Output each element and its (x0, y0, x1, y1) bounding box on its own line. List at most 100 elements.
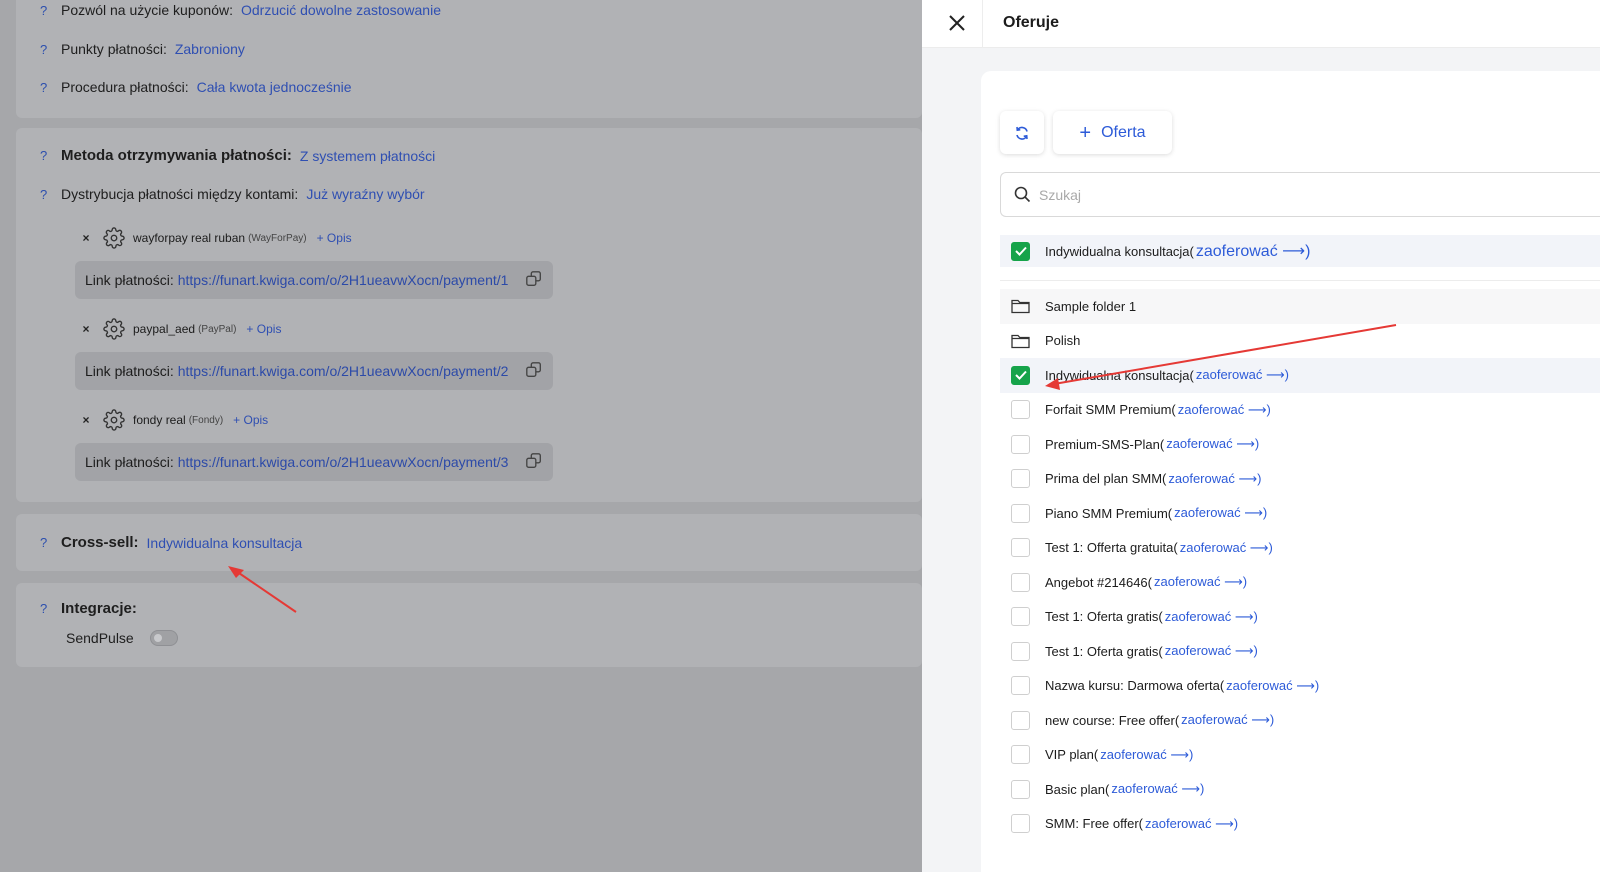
offer-link[interactable]: zaoferować ⟶) (1165, 643, 1258, 659)
close-icon[interactable] (946, 12, 968, 34)
offer-checkbox[interactable] (1011, 503, 1030, 523)
distribution-value-link[interactable]: Już wyraźny wybór (306, 186, 424, 202)
offer-checkbox[interactable] (1011, 745, 1030, 765)
offer-label: Nazwa kursu: Darmowa oferta( (1045, 678, 1225, 694)
folder-item[interactable]: Polish (1000, 324, 1600, 359)
add-offer-label: Oferta (1101, 123, 1146, 141)
offer-link[interactable]: zaoferować ⟶) (1180, 540, 1273, 556)
add-description-link[interactable]: + Opis (246, 322, 281, 336)
offer-checkbox[interactable] (1011, 241, 1030, 261)
payment-method-name: paypal_aed (133, 322, 196, 336)
offer-label: Indywidualna konsultacja( (1045, 367, 1194, 383)
help-icon[interactable]: ? (40, 187, 61, 202)
offer-checkbox[interactable] (1011, 572, 1030, 592)
offer-checkbox[interactable] (1011, 641, 1030, 661)
gear-icon[interactable] (103, 409, 125, 431)
offer-link[interactable]: zaoferować ⟶) (1154, 574, 1247, 590)
offer-link[interactable]: zaoferować ⟶) (1181, 712, 1274, 728)
payment-link-url[interactable]: https://funart.kwiga.com/o/2H1ueavwXocn/… (178, 454, 509, 470)
offer-item[interactable]: Indywidualna konsultacja( zaoferować ⟶) (1000, 358, 1600, 393)
copy-icon[interactable] (525, 452, 543, 470)
coupons-value-link[interactable]: Odrzucić dowolne zastosowanie (241, 2, 441, 18)
add-description-link[interactable]: + Opis (317, 231, 352, 245)
help-icon[interactable]: ? (40, 535, 61, 550)
payment-procedure-row: ? Procedura płatności: Cała kwota jednoc… (40, 79, 352, 95)
payment-points-value-link[interactable]: Zabroniony (175, 41, 245, 57)
offer-link[interactable]: zaoferować ⟶) (1174, 505, 1267, 521)
offer-link[interactable]: zaoferować ⟶) (1178, 402, 1271, 418)
gear-icon[interactable] (103, 318, 125, 340)
help-icon[interactable]: ? (40, 148, 61, 163)
cross-sell-value-link[interactable]: Indywidualna konsultacja (147, 535, 303, 551)
offer-checkbox[interactable] (1011, 710, 1030, 730)
payment-link-label: Link płatności: (85, 454, 174, 470)
offers-list: Sample folder 1 Polish Indywidualna kons… (1000, 289, 1600, 841)
sendpulse-toggle[interactable] (149, 630, 178, 646)
offer-link[interactable]: zaoferować ⟶) (1226, 678, 1319, 694)
offer-link[interactable]: zaoferować ⟶) (1196, 367, 1289, 383)
refresh-button[interactable] (1000, 111, 1044, 154)
offer-checkbox[interactable] (1011, 779, 1030, 799)
search-box (1000, 172, 1600, 217)
offer-checkbox[interactable] (1011, 676, 1030, 696)
offer-link[interactable]: zaoferować ⟶) (1111, 781, 1204, 797)
offer-checkbox[interactable] (1011, 607, 1030, 627)
offer-item[interactable]: Prima del plan SMM( zaoferować ⟶) (1000, 462, 1600, 497)
offer-checkbox[interactable] (1011, 434, 1030, 454)
copy-icon[interactable] (525, 361, 543, 379)
offer-item[interactable]: Test 1: Oferta gratis( zaoferować ⟶) (1000, 600, 1600, 635)
offer-link[interactable]: zaoferować ⟶) (1145, 816, 1238, 832)
offer-item[interactable]: Piano SMM Premium( zaoferować ⟶) (1000, 496, 1600, 531)
remove-icon[interactable]: × (75, 322, 97, 336)
help-icon[interactable]: ? (40, 42, 61, 57)
folder-icon (1011, 300, 1030, 314)
remove-icon[interactable]: × (75, 413, 97, 427)
folder-icon (1011, 334, 1030, 348)
offer-checkbox[interactable] (1011, 538, 1030, 558)
offer-checkbox[interactable] (1011, 400, 1030, 420)
folder-item[interactable]: Sample folder 1 (1000, 289, 1600, 324)
integrations-label: Integracje: (61, 600, 137, 617)
search-input[interactable] (1039, 186, 1599, 203)
remove-icon[interactable]: × (75, 231, 97, 245)
offer-label: Prima del plan SMM( (1045, 471, 1167, 487)
add-offer-button[interactable]: + Oferta (1053, 111, 1172, 154)
offer-item[interactable]: Test 1: Offerta gratuita( zaoferować ⟶) (1000, 531, 1600, 566)
offer-checkbox[interactable] (1011, 469, 1030, 489)
offer-item[interactable]: Nazwa kursu: Darmowa oferta( zaoferować … (1000, 669, 1600, 704)
checkmark-icon (1014, 246, 1027, 256)
add-description-link[interactable]: + Opis (233, 413, 268, 427)
payment-link-url[interactable]: https://funart.kwiga.com/o/2H1ueavwXocn/… (178, 272, 509, 288)
payment-method-provider: (PayPal) (198, 323, 237, 335)
gear-icon[interactable] (103, 227, 125, 249)
help-icon[interactable]: ? (40, 3, 61, 18)
offer-item[interactable]: VIP plan( zaoferować ⟶) (1000, 738, 1600, 773)
payment-procedure-value-link[interactable]: Cała kwota jednocześnie (197, 79, 352, 95)
offer-label: VIP plan( (1045, 747, 1099, 763)
offer-link[interactable]: zaoferować ⟶) (1168, 471, 1261, 487)
folder-label: Polish (1045, 333, 1081, 349)
payment-method-row: × paypal_aed (PayPal) + Opis (75, 318, 281, 340)
offer-link[interactable]: zaoferować ⟶) (1165, 609, 1258, 625)
settings-card-cross-sell: ? Cross-sell: Indywidualna konsultacja (16, 514, 922, 571)
offer-checkbox[interactable] (1011, 814, 1030, 834)
offer-link[interactable]: zaoferować ⟶) (1166, 436, 1259, 452)
offer-link[interactable]: zaoferować ⟶) (1100, 747, 1193, 763)
receiving-method-value-link[interactable]: Z systemem płatności (300, 148, 435, 164)
selected-offer-row[interactable]: Indywidualna konsultacja( zaoferować ⟶) (1000, 235, 1600, 267)
help-icon[interactable]: ? (40, 80, 61, 95)
offer-link[interactable]: zaoferować ⟶) (1196, 241, 1311, 261)
offer-item[interactable]: Angebot #214646( zaoferować ⟶) (1000, 565, 1600, 600)
offer-item[interactable]: Test 1: Oferta gratis( zaoferować ⟶) (1000, 634, 1600, 669)
offer-item[interactable]: Basic plan( zaoferować ⟶) (1000, 772, 1600, 807)
offer-item[interactable]: Premium-SMS-Plan( zaoferować ⟶) (1000, 427, 1600, 462)
payment-link-box: Link płatności: https://funart.kwiga.com… (75, 352, 553, 390)
offer-checkbox[interactable] (1011, 365, 1030, 385)
offer-item[interactable]: Forfait SMM Premium( zaoferować ⟶) (1000, 393, 1600, 428)
offer-item[interactable]: SMM: Free offer( zaoferować ⟶) (1000, 807, 1600, 842)
help-icon[interactable]: ? (40, 601, 61, 616)
payment-link-url[interactable]: https://funart.kwiga.com/o/2H1ueavwXocn/… (178, 363, 509, 379)
offer-item[interactable]: new course: Free offer( zaoferować ⟶) (1000, 703, 1600, 738)
copy-icon[interactable] (525, 270, 543, 288)
drawer-title: Oferuje (1003, 14, 1060, 31)
